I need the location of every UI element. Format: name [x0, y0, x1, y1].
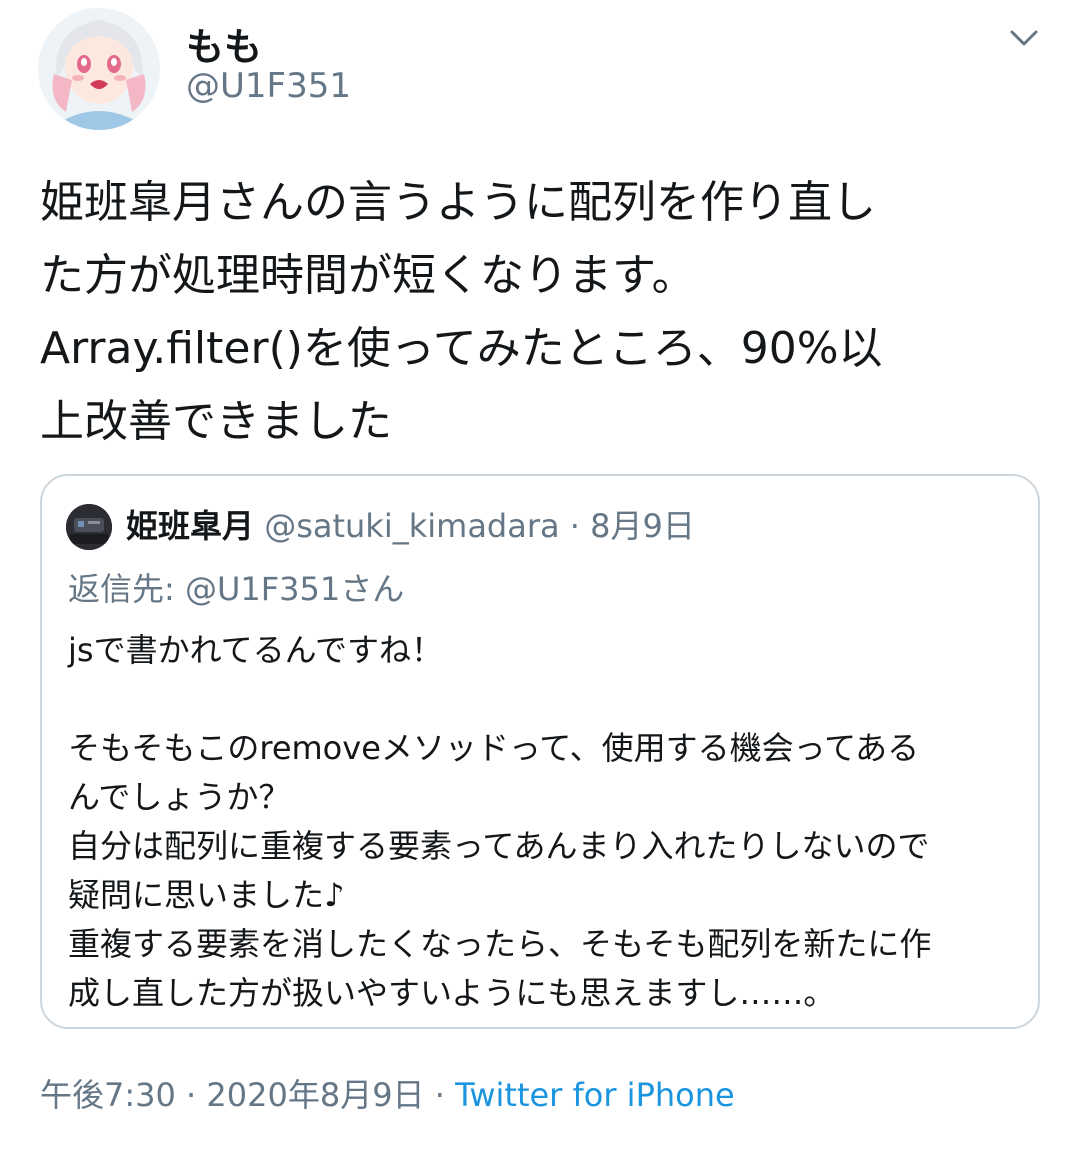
tweet-source-link[interactable]: Twitter for iPhone: [455, 1076, 735, 1114]
quoted-author-avatar: [66, 504, 112, 550]
tweet-time[interactable]: 午後7:30: [40, 1076, 176, 1114]
tweet-footer: 午後7:30 · 2020年8月9日 · Twitter for iPhone: [40, 1070, 735, 1116]
quoted-author-name: 姫班皐月: [126, 507, 255, 545]
quoted-replying-to: 返信先: @U1F351さん: [68, 570, 405, 608]
quoted-meta-separator: ·: [569, 507, 580, 545]
chevron-down-icon[interactable]: [1004, 18, 1044, 58]
quoted-author-handle: @satuki_kimadara: [264, 507, 560, 545]
quoted-tweet-header: 姫班皐月 @satuki_kimadara · 8月9日: [126, 502, 695, 550]
avatar-illustration: [38, 8, 160, 130]
tweet-text-line: Array.filter()を使ってみたところ、90%以: [40, 323, 883, 374]
author-display-name[interactable]: もも: [186, 16, 262, 71]
tweet-text-line: た方が処理時間が短くなります。: [40, 250, 696, 301]
quoted-text-line: そもそもこのremoveメソッドって、使用する機会ってある: [68, 729, 920, 767]
author-avatar[interactable]: [38, 8, 160, 130]
footer-separator: ·: [186, 1076, 197, 1114]
tweet-text: 姫班皐月さんの言うように配列を作り直し た方が処理時間が短くなります。 Arra…: [40, 166, 1040, 458]
quoted-tweet-text: jsで書かれてるんですね！ そもそもこのremoveメソッドって、使用する機会っ…: [68, 626, 1028, 1018]
quoted-text-line: んでしょうか？: [68, 778, 291, 816]
tweet-text-line: 姫班皐月さんの言うように配列を作り直し: [40, 177, 876, 228]
tweet-date[interactable]: 2020年8月9日: [206, 1076, 424, 1114]
quoted-text-line: jsで書かれてるんですね！: [68, 631, 444, 669]
quoted-text-line: 成し直した方が扱いやすいようにも思えますし……。: [68, 974, 836, 1012]
quoted-tweet-card[interactable]: 姫班皐月 @satuki_kimadara · 8月9日 返信先: @U1F35…: [40, 474, 1040, 1029]
quoted-tweet-date: 8月9日: [590, 507, 695, 545]
footer-separator: ·: [434, 1076, 445, 1114]
quoted-text-line: 自分は配列に重複する要素ってあんまり入れたりしないので: [68, 827, 930, 865]
quoted-text-line: 重複する要素を消したくなったら、そもそも配列を新たに作: [68, 925, 932, 963]
tweet-text-line: 上改善できました: [40, 396, 392, 447]
author-handle[interactable]: @U1F351: [186, 66, 351, 106]
quoted-text-line: 疑問に思いました♪: [68, 876, 345, 914]
